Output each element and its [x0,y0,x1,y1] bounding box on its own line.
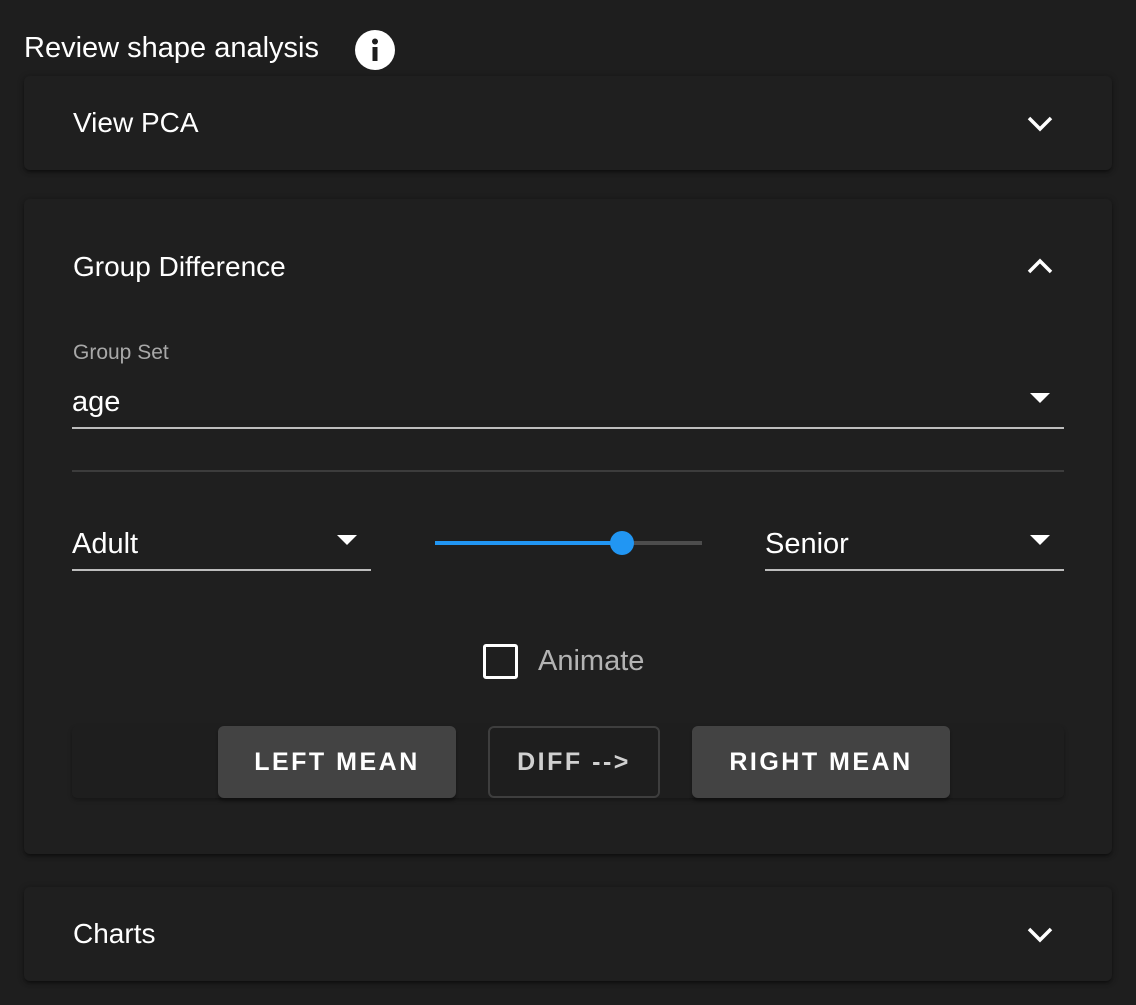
panel-view-pca: View PCA [24,76,1112,170]
right-group-value: Senior [765,528,849,560]
chevron-up-icon[interactable] [1026,255,1054,279]
panel-group-difference-header[interactable]: Group Difference [24,220,1112,314]
group-set-select[interactable]: age [72,367,1064,429]
panel-charts-title: Charts [73,918,156,949]
diff-button[interactable]: DIFF --> [488,726,660,798]
slider-thumb[interactable] [609,531,634,555]
mean-button-bar: LEFT MEAN DIFF --> RIGHT MEAN [72,726,1064,798]
info-glyph [372,38,378,61]
panel-view-pca-title: View PCA [73,107,199,138]
panel-group-difference: Group Difference Group Set age Adult Sen… [24,199,1112,854]
animate-label: Animate [538,644,645,677]
group-interpolation-slider[interactable] [435,525,702,561]
caret-down-icon [1030,535,1050,545]
group-set-value: age [72,386,121,418]
left-group-select[interactable]: Adult [72,509,371,571]
animate-checkbox[interactable] [483,643,518,679]
panel-charts-header[interactable]: Charts [24,887,1112,981]
panel-view-pca-header[interactable]: View PCA [24,76,1112,170]
panel-charts: Charts [24,887,1112,981]
left-mean-button[interactable]: LEFT MEAN [218,726,456,798]
left-group-value: Adult [72,528,139,560]
divider [72,470,1064,472]
chevron-down-icon[interactable] [1026,922,1054,946]
group-set-label: Group Set [73,341,169,364]
right-group-select[interactable]: Senior [765,509,1064,571]
animate-checkbox-row[interactable]: Animate [483,639,644,683]
page-title: Review shape analysis [24,32,319,64]
caret-down-icon [337,535,357,545]
right-mean-button[interactable]: RIGHT MEAN [692,726,950,798]
info-icon[interactable] [355,30,395,70]
chevron-down-icon[interactable] [1026,111,1054,135]
caret-down-icon [1030,393,1050,403]
slider-track [435,541,622,545]
panel-group-difference-title: Group Difference [73,251,286,282]
